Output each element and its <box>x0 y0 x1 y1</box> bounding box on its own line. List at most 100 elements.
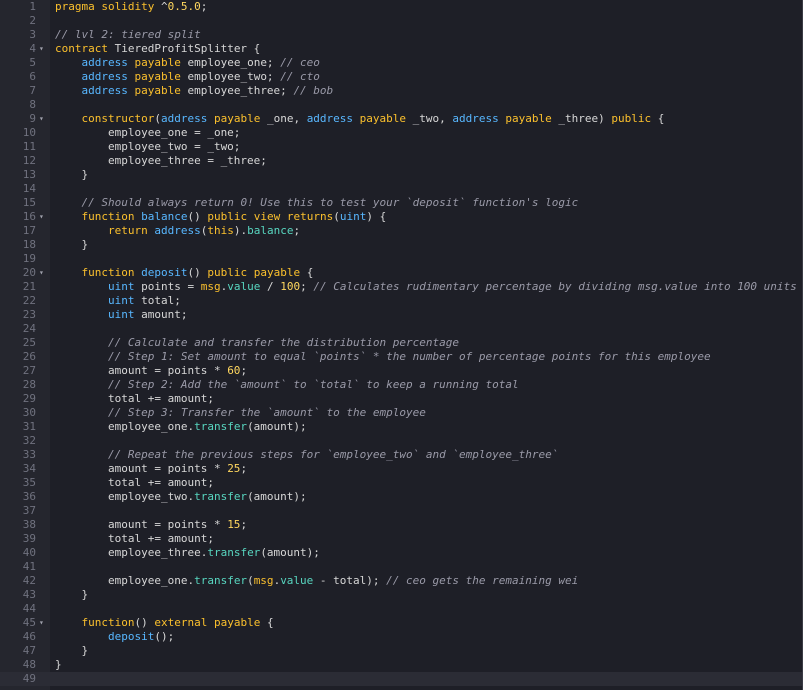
code-text: employee_two.transfer(amount); <box>55 490 307 503</box>
code-text: deposit(); <box>107 630 175 643</box>
code-line[interactable]: 27 amount = points * 60; <box>0 364 802 378</box>
code-line[interactable]: 8 <box>0 98 802 112</box>
code-text: employee_one.transfer(amount); <box>55 420 307 433</box>
line-number: 11 <box>22 140 36 153</box>
line-number: 37 <box>22 504 36 517</box>
line-number: 19 <box>22 252 36 265</box>
line-number: 32 <box>22 434 36 447</box>
code-line[interactable]: 7 address payable employee_three; // bob <box>0 84 802 98</box>
code-line[interactable]: 49 <box>0 672 802 686</box>
code-text: } <box>55 588 89 601</box>
code-text: } <box>55 168 89 181</box>
code-line[interactable]: 42 employee_one.transfer(msg.value - tot… <box>0 574 802 588</box>
chevron-down-icon[interactable]: ▾ <box>39 210 49 224</box>
code-line[interactable]: 21 uint points = msg.value / 100; // Cal… <box>0 280 802 294</box>
code-text: pragma solidity ^0.5.0; <box>55 0 208 13</box>
code-line[interactable]: 5 address payable employee_one; // ceo <box>0 56 802 70</box>
line-number: 5 <box>29 56 36 69</box>
line-number: 4 <box>29 42 36 55</box>
code-text: employee_three = _three; <box>55 154 267 167</box>
line-number: 20 <box>22 266 36 279</box>
code-line[interactable]: 25 // Calculate and transfer the distrib… <box>0 336 802 350</box>
code-line[interactable]: 32 <box>0 434 802 448</box>
code-line[interactable]: 17 return address(this).balance; <box>0 224 802 238</box>
code-text: amount = points * 25; <box>55 462 248 475</box>
line-number: 21 <box>22 280 36 293</box>
line-number: 17 <box>22 224 36 237</box>
line-number: 13 <box>22 168 36 181</box>
code-line[interactable]: 43 } <box>0 588 802 602</box>
line-number: 31 <box>22 420 36 433</box>
code-line[interactable]: 37 <box>0 504 802 518</box>
code-text: uint total; <box>107 294 181 307</box>
line-number: 28 <box>22 378 36 391</box>
code-line[interactable]: 4 ▾ contract TieredProfitSplitter { <box>0 42 802 56</box>
code-lines[interactable]: 1 pragma solidity ^0.5.0; 2 3 // lvl 2: tier… <box>0 0 802 686</box>
line-number: 40 <box>22 546 36 559</box>
code-line[interactable]: 24 <box>0 322 802 336</box>
code-line[interactable]: 48} <box>0 658 802 672</box>
code-editor[interactable]: 1 pragma solidity ^0.5.0; 2 3 // lvl 2: tier… <box>0 0 803 690</box>
code-line[interactable]: 12 employee_three = _three; <box>0 154 802 168</box>
code-line[interactable]: 34 amount = points * 25; <box>0 462 802 476</box>
code-line[interactable]: 3 // lvl 2: tiered split <box>0 28 802 42</box>
code-text: employee_one.transfer(msg.value - total)… <box>55 574 579 587</box>
line-number: 43 <box>22 588 36 601</box>
chevron-down-icon[interactable]: ▾ <box>39 112 49 126</box>
line-number: 23 <box>22 308 36 321</box>
code-line[interactable]: 6 address payable employee_two; // cto <box>0 70 802 84</box>
code-line[interactable]: 9 ▾ constructor(address payable _one, add… <box>0 112 802 126</box>
code-line[interactable]: 39 total += amount; <box>0 532 802 546</box>
code-text: // Calculate and transfer the distributi… <box>107 336 459 349</box>
code-text: uint points = msg.value / 100; // Calcul… <box>107 280 797 293</box>
line-number: 16 <box>22 210 36 223</box>
code-line[interactable]: 2 <box>0 14 802 28</box>
line-number: 34 <box>22 462 36 475</box>
code-line[interactable]: 40 employee_three.transfer(amount); <box>0 546 802 560</box>
code-line[interactable]: 20 ▾ function deposit() public payable { <box>0 266 802 280</box>
line-number: 3 <box>29 28 36 41</box>
code-line[interactable]: 41 <box>0 560 802 574</box>
code-line[interactable]: 31 employee_one.transfer(amount); <box>0 420 802 434</box>
code-text: // Repeat the previous steps for `employ… <box>107 448 559 461</box>
chevron-down-icon[interactable]: ▾ <box>39 266 49 280</box>
line-number: 39 <box>22 532 36 545</box>
line-number: 38 <box>22 518 36 531</box>
code-line[interactable]: 38 amount = points * 15; <box>0 518 802 532</box>
code-line[interactable]: 33 // Repeat the previous steps for `emp… <box>0 448 802 462</box>
code-line[interactable]: 28 // Step 2: Add the `amount` to `total… <box>0 378 802 392</box>
line-number: 49 <box>22 672 36 685</box>
code-line[interactable]: 23 uint amount; <box>0 308 802 322</box>
code-text: employee_three.transfer(amount); <box>55 546 320 559</box>
code-line[interactable]: 11 employee_two = _two; <box>0 140 802 154</box>
code-text: function deposit() public payable { <box>81 266 314 279</box>
line-number: 18 <box>22 238 36 251</box>
chevron-down-icon[interactable]: ▾ <box>39 42 49 56</box>
code-text: address payable employee_two; // cto <box>81 70 320 83</box>
code-line[interactable]: 46 deposit(); <box>0 630 802 644</box>
code-line[interactable]: 18 } <box>0 238 802 252</box>
code-line[interactable]: 44 <box>0 602 802 616</box>
line-number: 10 <box>22 126 36 139</box>
code-line[interactable]: 14 <box>0 182 802 196</box>
code-line[interactable]: 47 } <box>0 644 802 658</box>
code-text: } <box>55 238 89 251</box>
code-line[interactable]: 10 employee_one = _one; <box>0 126 802 140</box>
chevron-down-icon[interactable]: ▾ <box>39 616 49 630</box>
code-line[interactable]: 30 // Step 3: Transfer the `amount` to t… <box>0 406 802 420</box>
code-line[interactable]: 13 } <box>0 168 802 182</box>
code-text: total += amount; <box>55 392 214 405</box>
code-line[interactable]: 16 ▾ function balance() public view retur… <box>0 210 802 224</box>
code-line[interactable]: 29 total += amount; <box>0 392 802 406</box>
code-line[interactable]: 22 uint total; <box>0 294 802 308</box>
code-line[interactable]: 19 <box>0 252 802 266</box>
code-line[interactable]: 26 // Step 1: Set amount to equal `point… <box>0 350 802 364</box>
line-number: 14 <box>22 182 36 195</box>
code-line[interactable]: 1 pragma solidity ^0.5.0; <box>0 0 802 14</box>
line-number: 7 <box>29 84 36 97</box>
code-line[interactable]: 45 ▾ function() external payable { <box>0 616 802 630</box>
code-line[interactable]: 15 // Should always return 0! Use this t… <box>0 196 802 210</box>
code-line[interactable]: 36 employee_two.transfer(amount); <box>0 490 802 504</box>
line-number: 29 <box>22 392 36 405</box>
code-line[interactable]: 35 total += amount; <box>0 476 802 490</box>
